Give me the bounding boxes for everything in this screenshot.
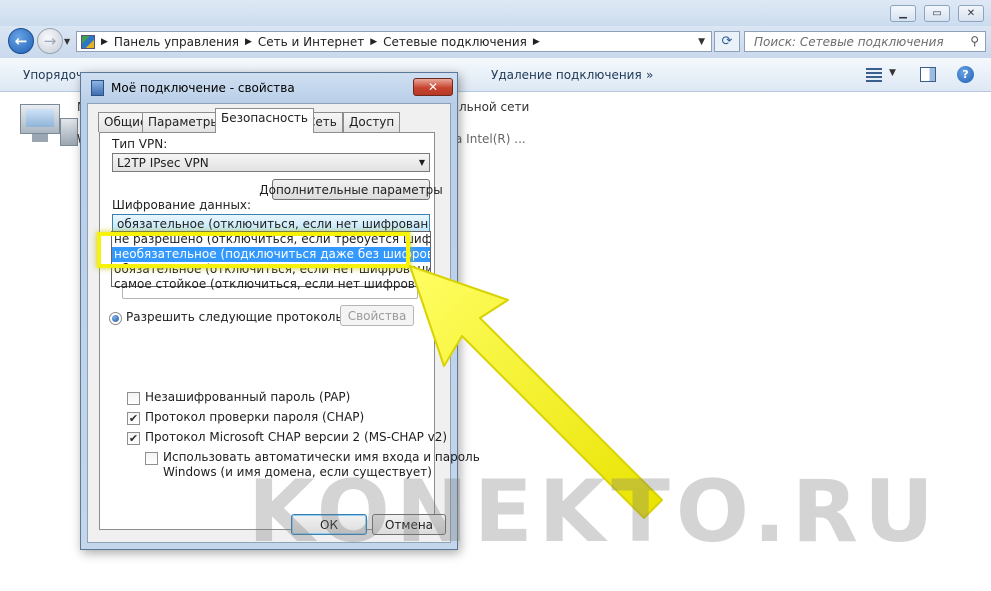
- breadcrumb-separator-icon: ▶: [532, 36, 540, 47]
- chap-checkbox[interactable]: ✔: [127, 412, 140, 425]
- address-bar[interactable]: ▶ Панель управления ▶ Сеть и Интернет ▶ …: [76, 31, 712, 52]
- encryption-label: Шифрование данных:: [112, 198, 252, 212]
- breadcrumb-separator-icon: ▶: [245, 36, 252, 47]
- breadcrumb-separator-icon: ▶: [370, 36, 378, 47]
- breadcrumb-network-internet[interactable]: Сеть и Интернет: [252, 35, 370, 49]
- auto-logon-label-line1: Использовать автоматически имя входа и п…: [163, 450, 480, 464]
- pap-checkbox[interactable]: [127, 392, 140, 405]
- control-panel-icon: [81, 34, 95, 49]
- check-icon: ✔: [128, 412, 139, 425]
- address-dropdown-icon[interactable]: ▼: [692, 37, 711, 47]
- more-commands-button[interactable]: »: [646, 68, 653, 82]
- pap-label: Незашифрованный пароль (PAP): [145, 390, 351, 404]
- mschap-checkbox[interactable]: ✔: [127, 432, 140, 445]
- forward-button[interactable]: →: [37, 28, 63, 54]
- arrow-left-icon: ←: [14, 32, 28, 50]
- back-button[interactable]: ←: [8, 28, 34, 54]
- connection-status: льной сети: [459, 100, 530, 114]
- vpn-type-label: Тип VPN:: [112, 137, 168, 151]
- network-adapter-icon[interactable]: [18, 100, 80, 150]
- auto-logon-checkbox[interactable]: [145, 452, 158, 465]
- view-options-icon[interactable]: [866, 67, 882, 82]
- search-placeholder: Поиск: Сетевые подключения: [754, 34, 944, 49]
- chap-label: Протокол проверки пароля (CHAP): [145, 410, 365, 424]
- chevron-down-icon: ▼: [418, 158, 425, 167]
- properties-dialog: Моё подключение - свойства ✕ Общие Парам…: [80, 72, 480, 550]
- tab-sharing[interactable]: Доступ: [343, 112, 401, 132]
- encryption-option-maximum[interactable]: самое стойкое (отключиться, если нет шиф…: [112, 277, 430, 292]
- breadcrumb-network-connections[interactable]: Сетевые подключения: [377, 35, 533, 49]
- mschap-label: Протокол Microsoft CHAP версии 2 (MS-CHA…: [145, 430, 448, 444]
- window-titlebar: ▁ ▭ ✕: [0, 0, 991, 26]
- help-icon[interactable]: ?: [957, 66, 974, 83]
- properties-button[interactable]: Свойства: [340, 305, 414, 326]
- allow-protocols-radio[interactable]: [109, 312, 122, 325]
- vpn-connection-icon: [91, 80, 104, 96]
- allow-protocols-label: Разрешить следующие протоколы: [126, 310, 345, 324]
- tab-options[interactable]: Параметры: [142, 112, 226, 132]
- minimize-button[interactable]: ▁: [890, 5, 916, 22]
- maximize-button[interactable]: ▭: [924, 5, 950, 22]
- security-tab-panel: Тип VPN: L2TP IPsec VPN ▼ Дополнительные…: [99, 132, 480, 530]
- search-input[interactable]: Поиск: Сетевые подключения ⚲: [744, 31, 986, 52]
- refresh-icon: ⟳: [721, 34, 733, 49]
- delete-connection-button[interactable]: Удаление подключения: [491, 68, 642, 82]
- highlight-frame: [97, 232, 410, 268]
- dialog-close-button[interactable]: ✕: [413, 78, 453, 96]
- vpn-type-select[interactable]: L2TP IPsec VPN ▼: [112, 153, 430, 172]
- preview-pane-icon[interactable]: [920, 67, 936, 82]
- advanced-settings-button[interactable]: Дополнительные параметры: [259, 179, 443, 200]
- encryption-value: обязательное (отключиться, если нет шифр…: [117, 216, 430, 231]
- arrow-right-icon: →: [43, 32, 57, 50]
- breadcrumb-separator-icon: ▶: [101, 36, 108, 47]
- history-dropdown-icon[interactable]: ▼: [64, 37, 72, 46]
- dialog-title: Моё подключение - свойства: [111, 81, 295, 95]
- connection-adapter: а Intel(R) ...: [455, 132, 526, 146]
- search-icon[interactable]: ⚲: [970, 34, 979, 48]
- breadcrumb-control-panel[interactable]: Панель управления: [108, 35, 245, 49]
- refresh-button[interactable]: ⟳: [714, 31, 740, 52]
- dialog-body: Общие Параметры Безопасность Сеть Доступ…: [87, 103, 480, 543]
- cancel-button[interactable]: Отмена: [372, 514, 446, 535]
- ok-button[interactable]: ОК: [291, 514, 367, 535]
- close-window-button[interactable]: ✕: [958, 5, 984, 22]
- vpn-type-value: L2TP IPsec VPN: [117, 155, 209, 170]
- tab-security[interactable]: Безопасность: [215, 108, 314, 133]
- radio-selected-icon: [112, 315, 119, 322]
- auto-logon-label-line2: Windows (и имя домена, если существует): [163, 465, 432, 479]
- check-icon: ✔: [128, 432, 139, 445]
- view-dropdown-icon[interactable]: ▼: [889, 68, 896, 78]
